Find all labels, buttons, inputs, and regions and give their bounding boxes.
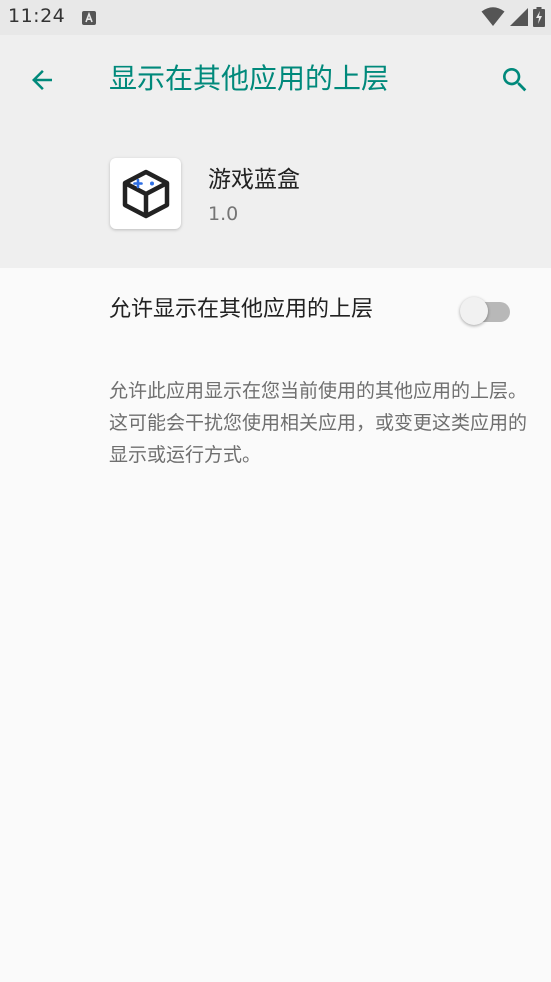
app-icon bbox=[110, 158, 181, 229]
app-name: 游戏蓝盒 bbox=[208, 167, 300, 193]
notification-a-icon bbox=[82, 10, 96, 25]
description-text: 允许此应用显示在您当前使用的其他应用的上层。这可能会干扰您使用相关应用，或变更这… bbox=[109, 380, 528, 466]
arrow-back-icon bbox=[32, 70, 52, 90]
cube-gamepad-icon bbox=[122, 169, 169, 218]
back-button[interactable] bbox=[22, 60, 62, 100]
status-icons bbox=[477, 7, 545, 27]
search-icon bbox=[503, 68, 527, 92]
status-time: 11:24 bbox=[8, 5, 66, 27]
app-version: 1.0 bbox=[208, 203, 239, 225]
allow-overlay-toggle[interactable] bbox=[460, 296, 512, 326]
status-bar: 11:24 bbox=[0, 0, 551, 35]
battery-charging-icon bbox=[533, 7, 545, 27]
wifi-icon bbox=[481, 7, 505, 26]
allow-overlay-setting-row[interactable]: 允许显示在其他应用的上层 bbox=[0, 268, 551, 354]
page-title: 显示在其他应用的上层 bbox=[109, 62, 390, 95]
app-header: 显示在其他应用的上层 游戏蓝盒 1.0 bbox=[0, 35, 551, 268]
signal-icon bbox=[510, 8, 528, 26]
setting-label: 允许显示在其他应用的上层 bbox=[109, 297, 374, 322]
toggle-thumb bbox=[460, 297, 488, 325]
search-button[interactable] bbox=[494, 59, 536, 101]
